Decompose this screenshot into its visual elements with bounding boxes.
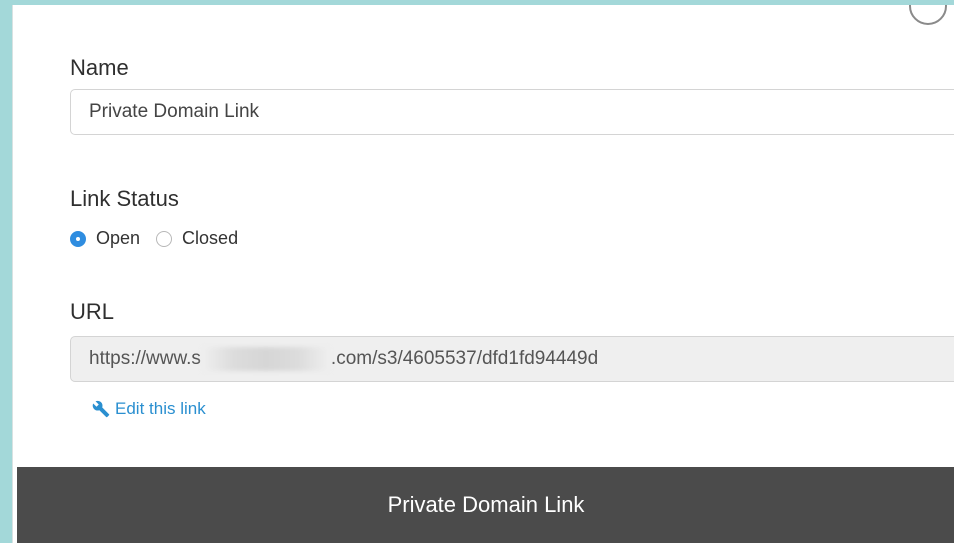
close-circle-icon[interactable] — [909, 5, 947, 25]
link-status-radio-group: Open Closed — [70, 228, 254, 249]
name-input[interactable] — [89, 101, 940, 123]
radio-unchecked-icon[interactable] — [156, 230, 173, 247]
url-suffix: .com/s3/4605537/dfd1fd94449d — [330, 348, 599, 369]
footer-title: Private Domain Link — [387, 492, 585, 517]
wrench-icon — [92, 400, 110, 418]
status-closed-radio[interactable]: Closed — [156, 228, 238, 249]
link-status-label: Link Status — [70, 186, 179, 211]
radio-checked-icon[interactable] — [70, 230, 86, 247]
redacted-blur — [201, 347, 330, 371]
name-field-wrapper — [70, 89, 954, 135]
edit-link-label: Edit this link — [115, 399, 206, 418]
status-closed-label: Closed — [182, 228, 239, 248]
name-label: Name — [70, 55, 129, 80]
link-settings-panel: Name Link Status Open Closed URL https:/… — [12, 5, 954, 543]
status-open-radio[interactable]: Open — [70, 228, 140, 249]
edit-link[interactable]: Edit this link — [92, 399, 206, 419]
url-prefix: https://www.s — [89, 348, 201, 369]
url-label: URL — [70, 299, 115, 324]
status-open-label: Open — [96, 228, 141, 248]
url-field[interactable]: https://www.s .com/s3/4605537/dfd1fd94449… — [70, 336, 954, 382]
footer-title-bar: Private Domain Link — [17, 467, 954, 543]
